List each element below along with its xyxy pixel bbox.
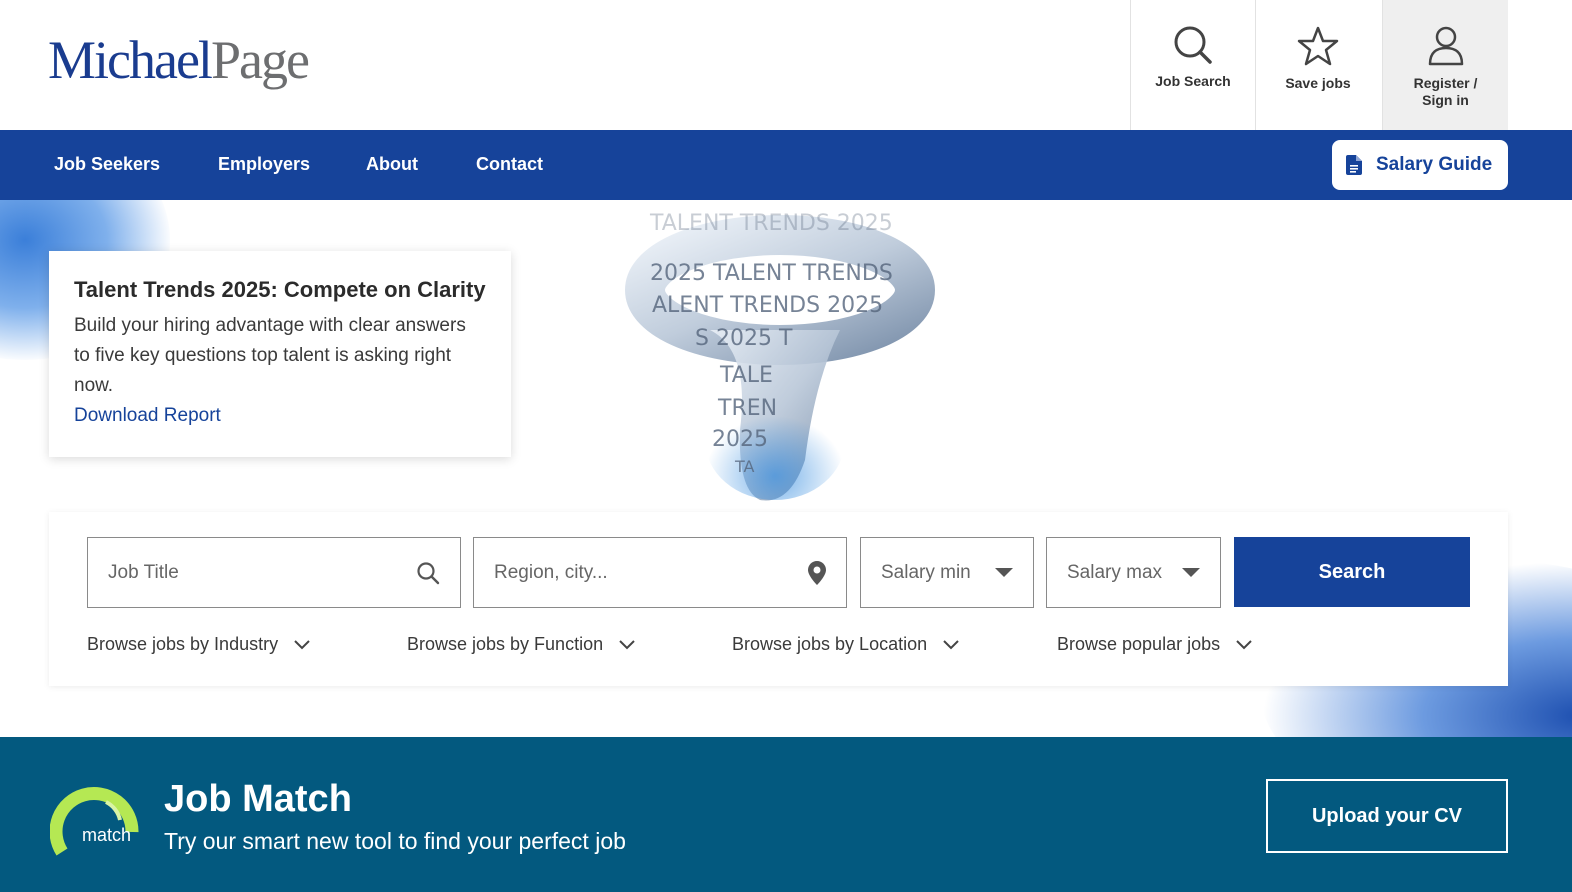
- nav-employers[interactable]: Employers: [218, 130, 310, 200]
- salary-max-select[interactable]: Salary max: [1046, 537, 1221, 608]
- nav-about[interactable]: About: [366, 130, 418, 200]
- job-match-subtitle: Try our smart new tool to find your perf…: [164, 828, 626, 854]
- ring-text-3: ALENT TRENDS 2025: [652, 293, 883, 318]
- main-navigation: Job Seekers Employers About Contact Sala…: [0, 130, 1572, 200]
- browse-by-industry[interactable]: Browse jobs by Industry: [87, 634, 310, 655]
- caret-down-icon: [995, 568, 1013, 577]
- browse-by-function[interactable]: Browse jobs by Function: [407, 634, 635, 655]
- search-button[interactable]: Search: [1234, 537, 1470, 607]
- browse-by-location[interactable]: Browse jobs by Location: [732, 634, 959, 655]
- job-search-panel: Job Title Region, city... Salary min Sal…: [49, 512, 1508, 686]
- chevron-down-icon: [619, 639, 635, 649]
- nav-contact[interactable]: Contact: [476, 130, 543, 200]
- promo-title: Talent Trends 2025: Compete on Clarity: [74, 277, 486, 302]
- browse-function-label: Browse jobs by Function: [407, 634, 604, 654]
- ring-text-2: 2025 TALENT TRENDS: [650, 261, 893, 286]
- browse-popular-jobs[interactable]: Browse popular jobs: [1057, 634, 1252, 655]
- register-label-line2: Sign in: [1422, 92, 1469, 108]
- register-label-line1: Register /: [1413, 75, 1478, 91]
- logo-page: Page: [210, 30, 310, 90]
- job-match-logo-text: match: [82, 825, 131, 845]
- document-icon: [1346, 155, 1362, 175]
- job-title-input[interactable]: Job Title: [87, 537, 461, 608]
- location-placeholder: Region, city...: [494, 561, 608, 583]
- browse-popular-label: Browse popular jobs: [1057, 634, 1221, 654]
- ring-text-5: TALE: [719, 363, 773, 388]
- job-search-button[interactable]: Job Search: [1130, 0, 1255, 130]
- ring-text-6: TREN: [717, 396, 777, 421]
- talent-trends-card: Talent Trends 2025: Compete on Clarity B…: [49, 251, 511, 457]
- job-match-banner: match Job Match Try our smart new tool t…: [0, 737, 1572, 892]
- browse-location-label: Browse jobs by Location: [732, 634, 928, 654]
- ring-text-8: TA: [734, 457, 755, 476]
- ring-text-4: S 2025 T: [695, 326, 793, 351]
- register-label: Register / Sign in: [1414, 75, 1478, 109]
- job-title-placeholder: Job Title: [108, 561, 179, 583]
- chevron-down-icon: [294, 639, 310, 649]
- logo-michael: Michael: [48, 30, 213, 90]
- hero-banner: TALENT TRENDS 2025 2025 TALENT TRENDS AL…: [0, 200, 1572, 737]
- salary-guide-button[interactable]: Salary Guide: [1332, 140, 1508, 190]
- chevron-down-icon: [1236, 639, 1252, 649]
- star-icon: [1297, 26, 1339, 66]
- ring-text-7: 2025: [712, 427, 768, 452]
- user-icon: [1428, 26, 1463, 66]
- talent-trends-ring-image: TALENT TRENDS 2025 2025 TALENT TRENDS AL…: [625, 211, 935, 501]
- nav-job-seekers[interactable]: Job Seekers: [54, 130, 160, 200]
- job-search-label: Job Search: [1155, 73, 1231, 89]
- salary-guide-label: Salary Guide: [1376, 154, 1493, 175]
- caret-down-icon: [1182, 568, 1200, 577]
- job-match-title: Job Match: [164, 778, 352, 820]
- promo-body: Build your hiring advantage with clear a…: [74, 315, 466, 396]
- search-icon: [1174, 26, 1212, 64]
- browse-industry-label: Browse jobs by Industry: [87, 634, 279, 654]
- save-jobs-label: Save jobs: [1285, 75, 1351, 91]
- location-input[interactable]: Region, city...: [473, 537, 847, 608]
- salary-max-value: Salary max: [1067, 561, 1163, 583]
- map-pin-icon: [808, 560, 826, 585]
- upload-cv-button[interactable]: Upload your CV: [1266, 779, 1508, 853]
- site-header: MichaelPage Job Search Save jobs Registe…: [0, 0, 1572, 130]
- salary-min-value: Salary min: [881, 561, 971, 583]
- ring-text-1: TALENT TRENDS 2025: [649, 211, 893, 236]
- salary-min-select[interactable]: Salary min: [860, 537, 1034, 608]
- search-icon: [417, 561, 440, 584]
- save-jobs-button[interactable]: Save jobs: [1255, 0, 1380, 130]
- download-report-link[interactable]: Download Report: [74, 401, 486, 431]
- michael-page-logo[interactable]: MichaelPage: [48, 28, 310, 92]
- chevron-down-icon: [943, 639, 959, 649]
- register-sign-in-button[interactable]: Register / Sign in: [1382, 0, 1508, 130]
- job-match-logo: match: [50, 787, 139, 856]
